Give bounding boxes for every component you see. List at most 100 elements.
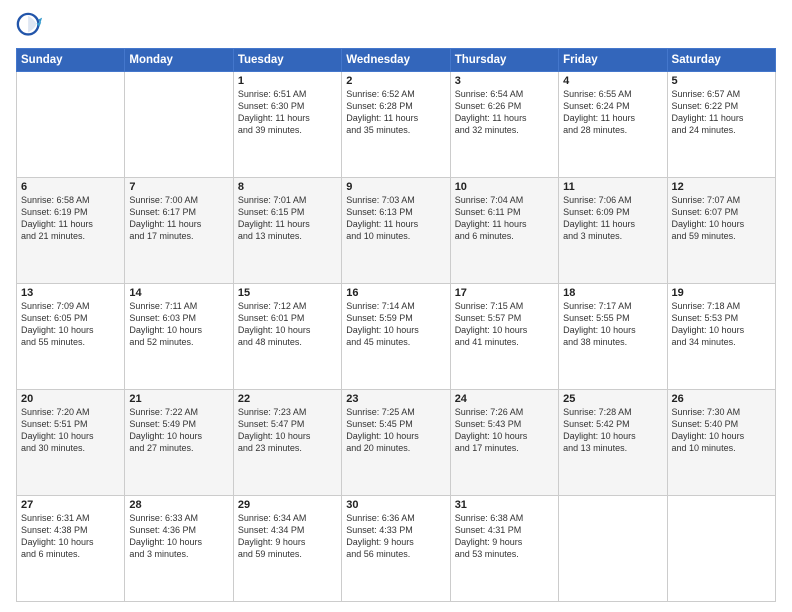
calendar-week-row: 20Sunrise: 7:20 AM Sunset: 5:51 PM Dayli… (17, 390, 776, 496)
day-number: 3 (455, 75, 554, 87)
day-detail: Sunrise: 6:55 AM Sunset: 6:24 PM Dayligh… (563, 88, 662, 137)
day-detail: Sunrise: 7:17 AM Sunset: 5:55 PM Dayligh… (563, 300, 662, 349)
day-number: 10 (455, 181, 554, 193)
day-detail: Sunrise: 7:11 AM Sunset: 6:03 PM Dayligh… (129, 300, 228, 349)
day-number: 18 (563, 287, 662, 299)
day-number: 6 (21, 181, 120, 193)
day-number: 8 (238, 181, 337, 193)
day-number: 29 (238, 499, 337, 511)
day-detail: Sunrise: 7:20 AM Sunset: 5:51 PM Dayligh… (21, 406, 120, 455)
day-number: 31 (455, 499, 554, 511)
day-number: 1 (238, 75, 337, 87)
day-detail: Sunrise: 6:58 AM Sunset: 6:19 PM Dayligh… (21, 194, 120, 243)
day-number: 19 (672, 287, 771, 299)
day-detail: Sunrise: 6:54 AM Sunset: 6:26 PM Dayligh… (455, 88, 554, 137)
calendar-cell: 30Sunrise: 6:36 AM Sunset: 4:33 PM Dayli… (342, 496, 450, 602)
day-detail: Sunrise: 7:18 AM Sunset: 5:53 PM Dayligh… (672, 300, 771, 349)
day-detail: Sunrise: 7:04 AM Sunset: 6:11 PM Dayligh… (455, 194, 554, 243)
day-number: 13 (21, 287, 120, 299)
day-detail: Sunrise: 7:23 AM Sunset: 5:47 PM Dayligh… (238, 406, 337, 455)
day-detail: Sunrise: 7:01 AM Sunset: 6:15 PM Dayligh… (238, 194, 337, 243)
page: SundayMondayTuesdayWednesdayThursdayFrid… (0, 0, 792, 612)
day-number: 9 (346, 181, 445, 193)
day-detail: Sunrise: 7:12 AM Sunset: 6:01 PM Dayligh… (238, 300, 337, 349)
logo-icon (16, 12, 44, 40)
calendar-week-row: 1Sunrise: 6:51 AM Sunset: 6:30 PM Daylig… (17, 72, 776, 178)
calendar-cell: 17Sunrise: 7:15 AM Sunset: 5:57 PM Dayli… (450, 284, 558, 390)
calendar-cell: 18Sunrise: 7:17 AM Sunset: 5:55 PM Dayli… (559, 284, 667, 390)
calendar-cell: 9Sunrise: 7:03 AM Sunset: 6:13 PM Daylig… (342, 178, 450, 284)
day-detail: Sunrise: 7:30 AM Sunset: 5:40 PM Dayligh… (672, 406, 771, 455)
calendar-cell: 4Sunrise: 6:55 AM Sunset: 6:24 PM Daylig… (559, 72, 667, 178)
day-detail: Sunrise: 6:57 AM Sunset: 6:22 PM Dayligh… (672, 88, 771, 137)
calendar-cell: 26Sunrise: 7:30 AM Sunset: 5:40 PM Dayli… (667, 390, 775, 496)
day-number: 23 (346, 393, 445, 405)
calendar-cell (667, 496, 775, 602)
calendar-week-row: 27Sunrise: 6:31 AM Sunset: 4:38 PM Dayli… (17, 496, 776, 602)
day-number: 24 (455, 393, 554, 405)
calendar-cell: 24Sunrise: 7:26 AM Sunset: 5:43 PM Dayli… (450, 390, 558, 496)
day-number: 28 (129, 499, 228, 511)
day-number: 14 (129, 287, 228, 299)
calendar-cell: 28Sunrise: 6:33 AM Sunset: 4:36 PM Dayli… (125, 496, 233, 602)
day-detail: Sunrise: 7:03 AM Sunset: 6:13 PM Dayligh… (346, 194, 445, 243)
day-detail: Sunrise: 7:26 AM Sunset: 5:43 PM Dayligh… (455, 406, 554, 455)
day-detail: Sunrise: 6:36 AM Sunset: 4:33 PM Dayligh… (346, 512, 445, 561)
day-detail: Sunrise: 7:06 AM Sunset: 6:09 PM Dayligh… (563, 194, 662, 243)
day-detail: Sunrise: 6:31 AM Sunset: 4:38 PM Dayligh… (21, 512, 120, 561)
calendar-cell (125, 72, 233, 178)
calendar-cell: 20Sunrise: 7:20 AM Sunset: 5:51 PM Dayli… (17, 390, 125, 496)
calendar-cell: 16Sunrise: 7:14 AM Sunset: 5:59 PM Dayli… (342, 284, 450, 390)
calendar-cell: 13Sunrise: 7:09 AM Sunset: 6:05 PM Dayli… (17, 284, 125, 390)
day-number: 16 (346, 287, 445, 299)
calendar-cell: 29Sunrise: 6:34 AM Sunset: 4:34 PM Dayli… (233, 496, 341, 602)
calendar-header-row: SundayMondayTuesdayWednesdayThursdayFrid… (17, 49, 776, 72)
calendar-cell: 23Sunrise: 7:25 AM Sunset: 5:45 PM Dayli… (342, 390, 450, 496)
calendar-week-row: 13Sunrise: 7:09 AM Sunset: 6:05 PM Dayli… (17, 284, 776, 390)
calendar-day-header: Thursday (450, 49, 558, 72)
day-detail: Sunrise: 7:25 AM Sunset: 5:45 PM Dayligh… (346, 406, 445, 455)
calendar-cell: 22Sunrise: 7:23 AM Sunset: 5:47 PM Dayli… (233, 390, 341, 496)
calendar-cell: 12Sunrise: 7:07 AM Sunset: 6:07 PM Dayli… (667, 178, 775, 284)
day-number: 21 (129, 393, 228, 405)
day-number: 2 (346, 75, 445, 87)
calendar-cell (559, 496, 667, 602)
day-number: 22 (238, 393, 337, 405)
calendar-day-header: Tuesday (233, 49, 341, 72)
day-detail: Sunrise: 7:28 AM Sunset: 5:42 PM Dayligh… (563, 406, 662, 455)
day-detail: Sunrise: 6:52 AM Sunset: 6:28 PM Dayligh… (346, 88, 445, 137)
day-number: 27 (21, 499, 120, 511)
calendar-cell: 21Sunrise: 7:22 AM Sunset: 5:49 PM Dayli… (125, 390, 233, 496)
calendar-cell: 3Sunrise: 6:54 AM Sunset: 6:26 PM Daylig… (450, 72, 558, 178)
calendar-day-header: Wednesday (342, 49, 450, 72)
day-number: 30 (346, 499, 445, 511)
calendar-cell: 6Sunrise: 6:58 AM Sunset: 6:19 PM Daylig… (17, 178, 125, 284)
calendar-day-header: Monday (125, 49, 233, 72)
calendar-cell: 8Sunrise: 7:01 AM Sunset: 6:15 PM Daylig… (233, 178, 341, 284)
day-detail: Sunrise: 7:07 AM Sunset: 6:07 PM Dayligh… (672, 194, 771, 243)
calendar-week-row: 6Sunrise: 6:58 AM Sunset: 6:19 PM Daylig… (17, 178, 776, 284)
calendar-cell: 7Sunrise: 7:00 AM Sunset: 6:17 PM Daylig… (125, 178, 233, 284)
calendar-cell: 19Sunrise: 7:18 AM Sunset: 5:53 PM Dayli… (667, 284, 775, 390)
day-detail: Sunrise: 6:38 AM Sunset: 4:31 PM Dayligh… (455, 512, 554, 561)
day-detail: Sunrise: 7:15 AM Sunset: 5:57 PM Dayligh… (455, 300, 554, 349)
calendar-cell: 15Sunrise: 7:12 AM Sunset: 6:01 PM Dayli… (233, 284, 341, 390)
day-detail: Sunrise: 7:00 AM Sunset: 6:17 PM Dayligh… (129, 194, 228, 243)
calendar-cell: 2Sunrise: 6:52 AM Sunset: 6:28 PM Daylig… (342, 72, 450, 178)
calendar-day-header: Sunday (17, 49, 125, 72)
day-number: 4 (563, 75, 662, 87)
calendar-cell: 10Sunrise: 7:04 AM Sunset: 6:11 PM Dayli… (450, 178, 558, 284)
calendar-cell: 5Sunrise: 6:57 AM Sunset: 6:22 PM Daylig… (667, 72, 775, 178)
calendar-cell: 31Sunrise: 6:38 AM Sunset: 4:31 PM Dayli… (450, 496, 558, 602)
logo (16, 12, 50, 40)
calendar-cell: 14Sunrise: 7:11 AM Sunset: 6:03 PM Dayli… (125, 284, 233, 390)
day-number: 7 (129, 181, 228, 193)
calendar-cell: 25Sunrise: 7:28 AM Sunset: 5:42 PM Dayli… (559, 390, 667, 496)
day-number: 11 (563, 181, 662, 193)
day-detail: Sunrise: 7:22 AM Sunset: 5:49 PM Dayligh… (129, 406, 228, 455)
day-detail: Sunrise: 6:51 AM Sunset: 6:30 PM Dayligh… (238, 88, 337, 137)
calendar-cell: 27Sunrise: 6:31 AM Sunset: 4:38 PM Dayli… (17, 496, 125, 602)
day-number: 25 (563, 393, 662, 405)
calendar-cell: 1Sunrise: 6:51 AM Sunset: 6:30 PM Daylig… (233, 72, 341, 178)
calendar-day-header: Friday (559, 49, 667, 72)
